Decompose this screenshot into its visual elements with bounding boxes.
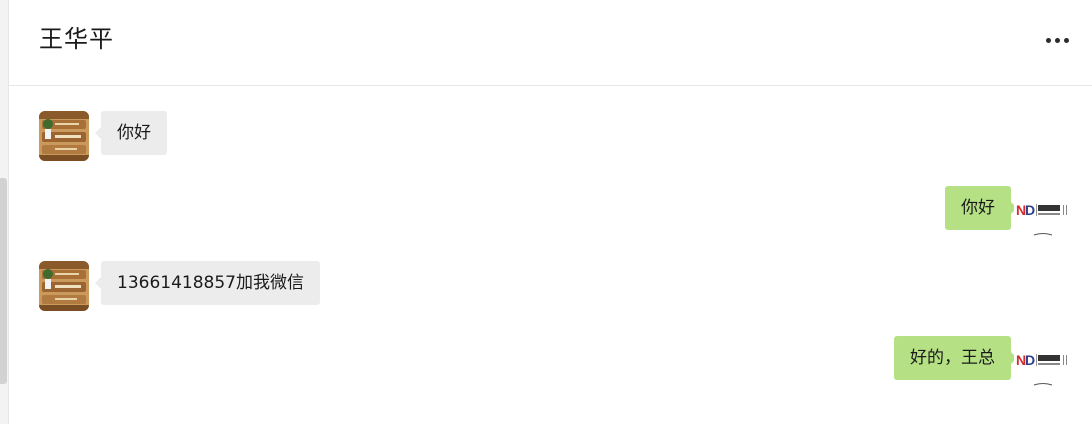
more-options-button[interactable] [1042,28,1072,52]
wooden-sign-avatar-icon [39,111,89,161]
outgoing-message-bubble[interactable]: 你好 [945,186,1017,230]
more-dot-icon [1045,37,1051,43]
my-avatar[interactable]: N D [1014,186,1072,236]
chat-header: 王华平 [9,0,1092,86]
message-list[interactable]: 你好 你好 N D 13661418857加我微信 好的，王总 N D [9,86,1092,424]
outgoing-message-bubble[interactable]: 好的，王总 [894,336,1017,380]
left-scrollbar-thumb[interactable] [0,178,7,384]
more-dot-icon [1063,37,1069,43]
svg-text:D: D [1025,352,1035,368]
brand-logo-icon: N D [1016,202,1067,236]
incoming-message-bubble[interactable]: 你好 [95,111,167,155]
left-scrollbar-track[interactable] [0,0,9,424]
svg-text:D: D [1025,202,1035,218]
chat-title: 王华平 [39,25,114,53]
wooden-sign-avatar-icon [39,261,89,311]
more-dot-icon [1054,37,1060,43]
contact-avatar[interactable] [39,111,89,161]
my-avatar[interactable]: N D [1014,336,1072,386]
incoming-message-bubble[interactable]: 13661418857加我微信 [95,261,320,305]
contact-avatar[interactable] [39,261,89,311]
brand-logo-icon: N D [1016,352,1067,386]
